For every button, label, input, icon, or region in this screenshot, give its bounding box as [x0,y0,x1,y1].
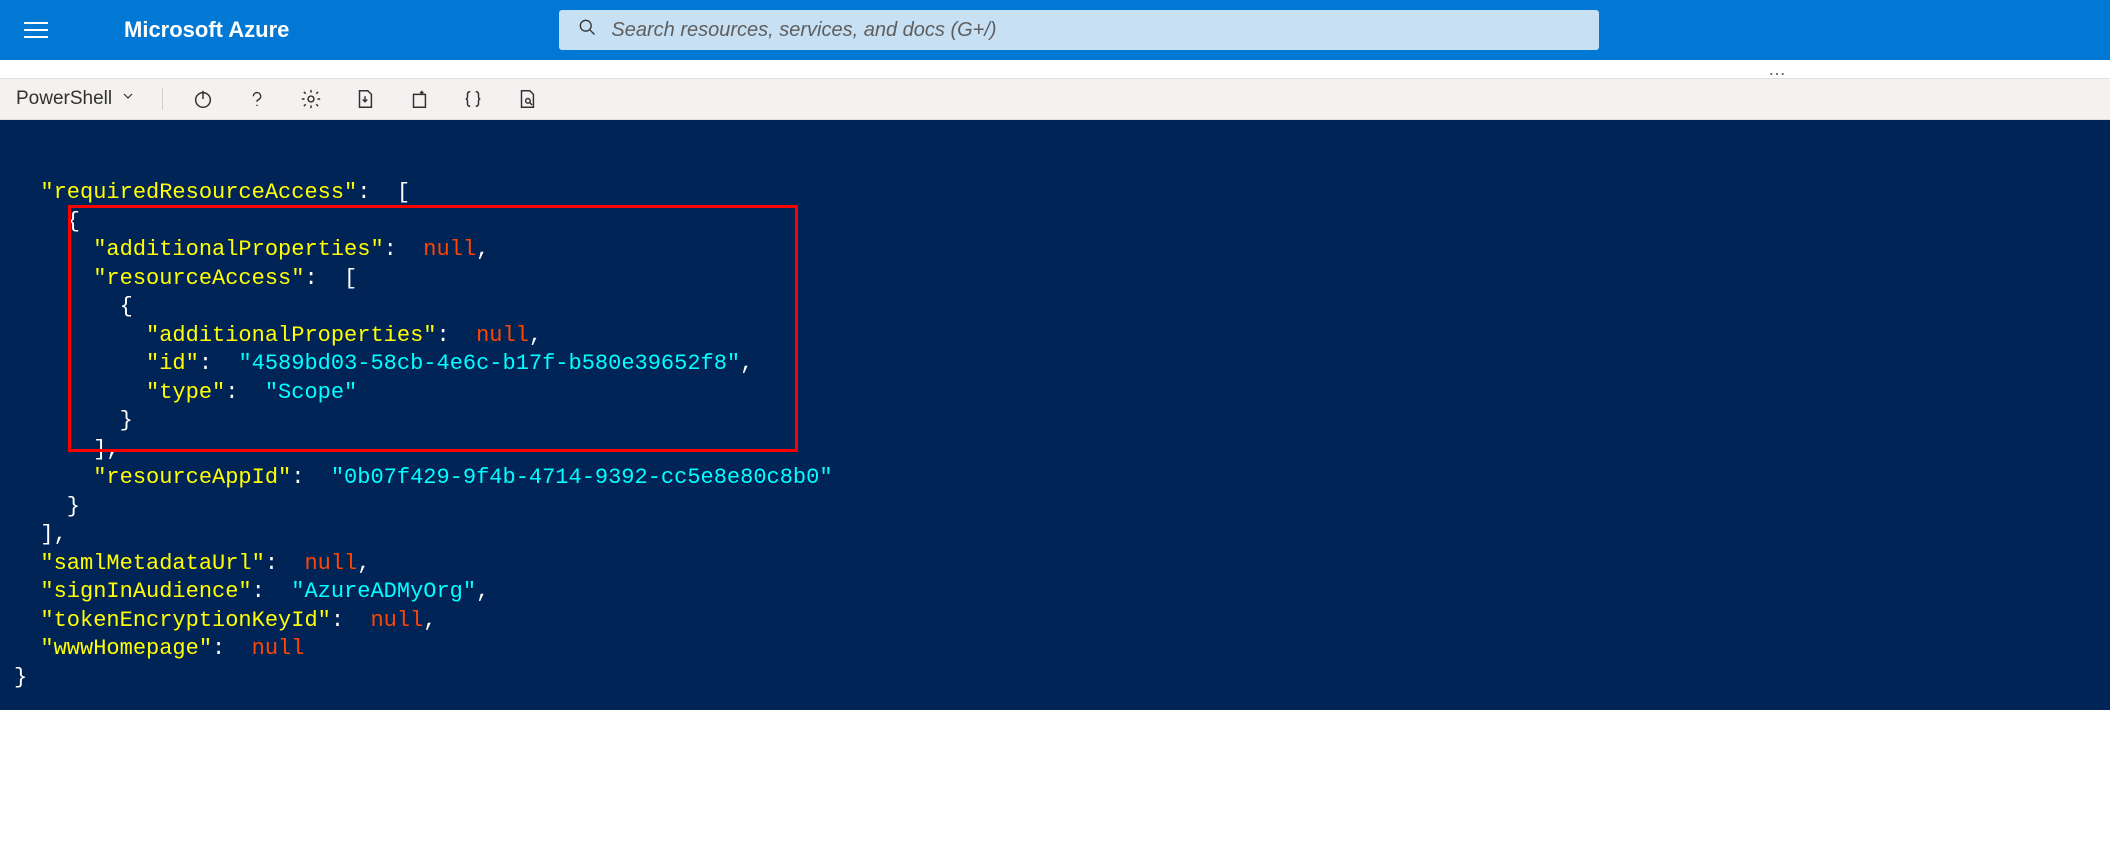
search-input[interactable] [611,19,1581,42]
download-file-icon[interactable] [351,85,379,113]
overflow-dots[interactable]: … [0,60,2110,78]
terminal-line: "resourceAccess": [ [14,265,2096,294]
terminal-line: "resourceAppId": "0b07f429-9f4b-4714-939… [14,464,2096,493]
terminal-line: "requiredResourceAccess": [ [14,179,2096,208]
help-icon[interactable] [243,85,271,113]
terminal-line: } [14,664,2096,693]
terminal-line: "id": "4589bd03-58cb-4e6c-b17f-b580e3965… [14,350,2096,379]
terminal-line: "signInAudience": "AzureADMyOrg", [14,578,2096,607]
terminal-line: "additionalProperties": null, [14,322,2096,351]
terminal-line: "additionalProperties": null, [14,236,2096,265]
cloudshell-toolbar: PowerShell [0,78,2110,120]
gear-icon[interactable] [297,85,325,113]
terminal-line: { [14,208,2096,237]
global-search[interactable] [559,10,1599,50]
terminal-line: "wwwHomepage": null [14,635,2096,664]
shell-selector-label: PowerShell [16,88,112,110]
search-icon [577,17,597,43]
terminal-line: { [14,293,2096,322]
toolbar-divider [162,88,163,110]
azure-header: Microsoft Azure [0,0,2110,60]
file-preview-icon[interactable] [513,85,541,113]
terminal-line: "tokenEncryptionKeyId": null, [14,607,2096,636]
cloudshell-terminal[interactable]: "requiredResourceAccess": [ { "additiona… [0,120,2110,710]
terminal-line: ], [14,436,2096,465]
terminal-line: } [14,493,2096,522]
chevron-down-icon [120,88,136,110]
braces-icon[interactable] [459,85,487,113]
terminal-line: } [14,407,2096,436]
hamburger-menu-icon[interactable] [18,16,54,44]
terminal-line: "type": "Scope" [14,379,2096,408]
terminal-line: "samlMetadataUrl": null, [14,550,2096,579]
brand-title: Microsoft Azure [124,17,289,43]
upload-file-icon[interactable] [405,85,433,113]
power-icon[interactable] [189,85,217,113]
terminal-line: ], [14,521,2096,550]
shell-selector[interactable]: PowerShell [16,88,136,110]
